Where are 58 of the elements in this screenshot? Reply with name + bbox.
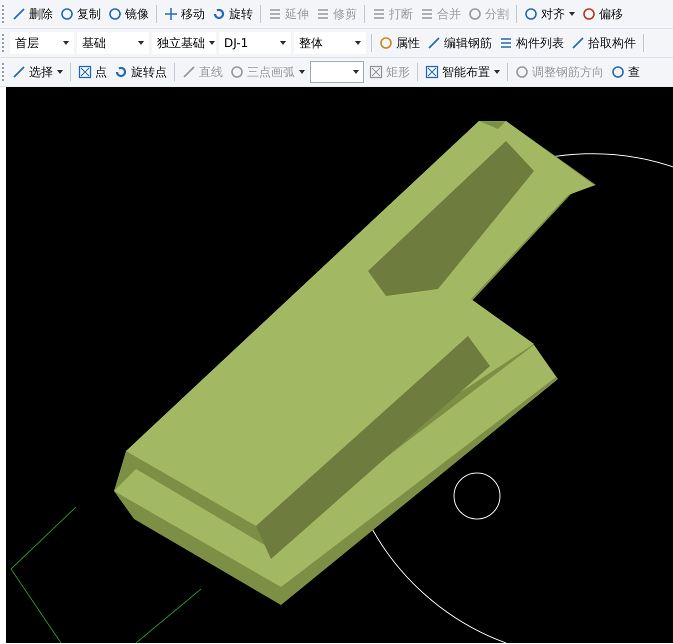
- dropdown-field[interactable]: 基础: [77, 32, 149, 54]
- tool-icon: [420, 7, 434, 21]
- dropdown-field[interactable]: 独立基础: [152, 32, 216, 54]
- toolbar-button[interactable]: 镜像: [106, 4, 151, 24]
- toolbar-button[interactable]: 属性: [377, 32, 422, 54]
- toolbar-button[interactable]: 旋转点: [112, 62, 169, 82]
- tool-icon: [268, 7, 282, 21]
- tool-icon: [369, 65, 383, 79]
- tool-icon: [499, 36, 513, 50]
- tool-icon: [12, 65, 26, 79]
- tool-icon: [611, 65, 625, 79]
- tool-icon: [164, 7, 178, 21]
- toolbar-button[interactable]: 对齐: [522, 4, 577, 24]
- tool-icon: [427, 36, 441, 50]
- tool-icon: [582, 7, 596, 21]
- dropdown-field[interactable]: [310, 61, 364, 83]
- toolbar-button[interactable]: 偏移: [580, 4, 625, 24]
- tool-icon: [78, 65, 92, 79]
- toolbar-button[interactable]: 智能布置: [423, 62, 502, 82]
- caret-icon: [355, 41, 361, 45]
- tool-icon: [230, 65, 244, 79]
- toolbar-button[interactable]: 点: [76, 62, 109, 82]
- caret-icon: [280, 41, 286, 45]
- grip-handle[interactable]: [2, 34, 7, 52]
- tool-icon: [182, 65, 196, 79]
- tool-icon: [524, 7, 538, 21]
- tool-icon: [114, 65, 128, 79]
- tool-icon: [60, 7, 74, 21]
- tool-icon: [316, 7, 330, 21]
- toolbar-button[interactable]: 查: [609, 62, 642, 82]
- toolbar-button[interactable]: 复制: [58, 4, 103, 24]
- dropdown-field[interactable]: 整体: [294, 32, 366, 54]
- axis-line: [136, 588, 202, 643]
- toolbar-button[interactable]: 拾取构件: [569, 32, 638, 54]
- toolbar-button[interactable]: 旋转: [210, 4, 255, 24]
- tool-icon: [108, 7, 122, 21]
- tool-icon: [379, 36, 393, 50]
- toolbar-button[interactable]: 删除: [10, 4, 55, 24]
- grip-handle[interactable]: [2, 63, 7, 81]
- tool-icon: [372, 7, 386, 21]
- dropdown-field[interactable]: DJ-1: [219, 32, 291, 54]
- dropdown-field[interactable]: 首层: [10, 32, 74, 54]
- caret-icon: [209, 41, 215, 45]
- tool-icon: [571, 36, 585, 50]
- tool-icon: [468, 7, 482, 21]
- toolbar-button[interactable]: 编辑钢筋: [425, 32, 494, 54]
- caret-icon: [353, 70, 359, 74]
- caret-icon: [138, 41, 144, 45]
- tool-icon: [212, 7, 226, 21]
- toolbar-button[interactable]: 选择: [10, 62, 65, 82]
- toolbar-button[interactable]: 移动: [162, 4, 207, 24]
- toolbar-button[interactable]: 构件列表: [497, 32, 566, 54]
- grip-handle[interactable]: [2, 5, 7, 23]
- circle-outline: [454, 472, 500, 520]
- tool-icon: [515, 65, 529, 79]
- tool-icon: [12, 7, 26, 21]
- caret-icon: [63, 41, 69, 45]
- tool-icon: [425, 65, 439, 79]
